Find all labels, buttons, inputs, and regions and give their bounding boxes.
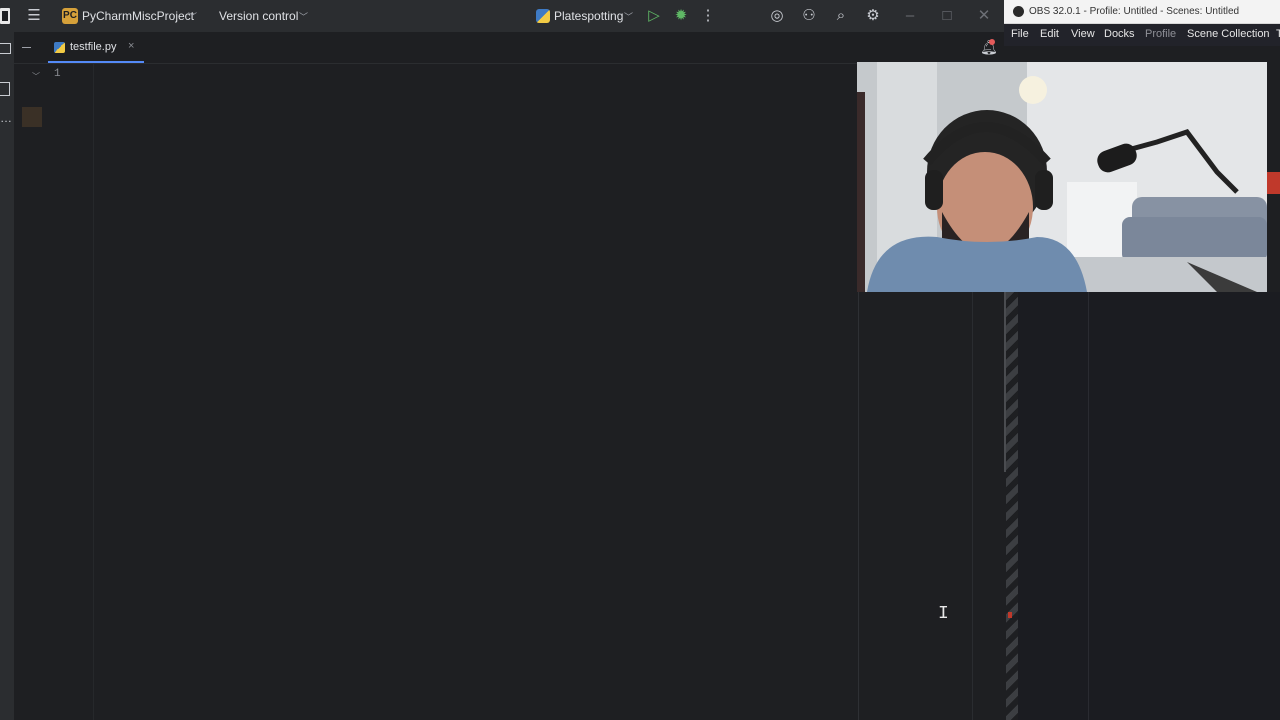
close-icon[interactable]: ✕ (974, 6, 994, 26)
more-vertical-icon[interactable]: ⋮ (698, 6, 718, 26)
obs-divider (1088, 292, 1089, 720)
run-config-selector[interactable]: Platespotting ﹀ (536, 7, 636, 25)
gear-icon[interactable]: ⚙ (863, 6, 883, 26)
obs-accent-strip (1267, 172, 1280, 194)
tab-testfile[interactable]: testfile.py × (54, 39, 144, 57)
hamburger-menu-icon[interactable]: ☰ (24, 6, 44, 26)
ai-assistant-icon[interactable]: ◎ (767, 6, 787, 26)
obs-menu-docks[interactable]: Docks (1104, 28, 1135, 40)
webcam-overlay (857, 62, 1267, 292)
add-user-icon[interactable]: ⚇ (799, 6, 819, 26)
structure-icon[interactable] (0, 82, 10, 96)
tab-close-icon[interactable]: × (128, 40, 134, 52)
obs-menubar: File Edit View Docks Profile Scene Colle… (1004, 24, 1280, 46)
search-icon[interactable]: ⌕ (831, 6, 851, 26)
project-folder-icon[interactable] (0, 43, 11, 54)
app-icon (0, 8, 10, 24)
obs-window-title: OBS 32.0.1 - Profile: Untitled - Scenes:… (1029, 6, 1240, 17)
obs-menu-edit[interactable]: Edit (1040, 28, 1059, 40)
python-icon (536, 9, 550, 23)
tab-label: testfile.py (70, 41, 117, 53)
obs-titlebar: OBS 32.0.1 - Profile: Untitled - Scenes:… (1004, 0, 1280, 24)
run-config-label: Platespotting (554, 9, 624, 23)
python-file-icon (54, 42, 65, 53)
collapse-panel-icon[interactable] (22, 47, 31, 48)
active-tab-indicator (48, 61, 144, 63)
webcam-image (857, 62, 1267, 292)
obs-menu-tools[interactable]: T (1276, 28, 1280, 40)
code-editor[interactable] (94, 64, 858, 720)
debug-icon[interactable]: ✹ (671, 6, 691, 26)
project-selector[interactable]: PC PyCharmMiscProject ﹀ (62, 7, 202, 25)
panel-divider (972, 292, 973, 720)
run-icon[interactable]: ▷ (644, 6, 664, 26)
chevron-down-icon: ﹀ (299, 12, 309, 22)
pycharm-titlebar: ☰ PC PyCharmMiscProject ﹀ Version contro… (0, 0, 1004, 32)
project-name: PyCharmMiscProject (82, 9, 195, 23)
text-cursor-icon: I (938, 604, 949, 624)
tool-window-strip: … (0, 32, 14, 720)
side-panel (858, 292, 1005, 720)
editor-gutter: ﹀ 1 (14, 64, 94, 720)
fold-chevron-icon[interactable]: ﹀ (32, 71, 40, 82)
editor-tabbar: testfile.py × 🔔︎ (14, 32, 1004, 64)
version-control-menu[interactable]: Version control ﹀ (219, 7, 311, 25)
more-tools-icon[interactable]: … (0, 112, 12, 124)
chevron-down-icon: ﹀ (188, 12, 198, 22)
gutter-marker (22, 107, 42, 127)
maximize-icon[interactable]: □ (937, 6, 957, 26)
red-marker (1008, 612, 1012, 618)
window-edge-hatch (1006, 292, 1018, 720)
obs-menu-profile[interactable]: Profile (1145, 28, 1176, 40)
line-number: 1 (54, 68, 61, 80)
obs-preview-area (1018, 292, 1280, 720)
bell-icon[interactable]: 🔔︎ (980, 39, 998, 55)
obs-menu-scene-collection[interactable]: Scene Collection (1187, 28, 1270, 40)
obs-menu-view[interactable]: View (1071, 28, 1095, 40)
version-control-label: Version control (219, 9, 299, 23)
chevron-down-icon: ﹀ (624, 12, 634, 22)
minimize-icon[interactable]: – (900, 6, 920, 26)
obs-logo-icon (1013, 6, 1024, 17)
project-badge: PC (62, 8, 78, 24)
obs-menu-file[interactable]: File (1011, 28, 1029, 40)
